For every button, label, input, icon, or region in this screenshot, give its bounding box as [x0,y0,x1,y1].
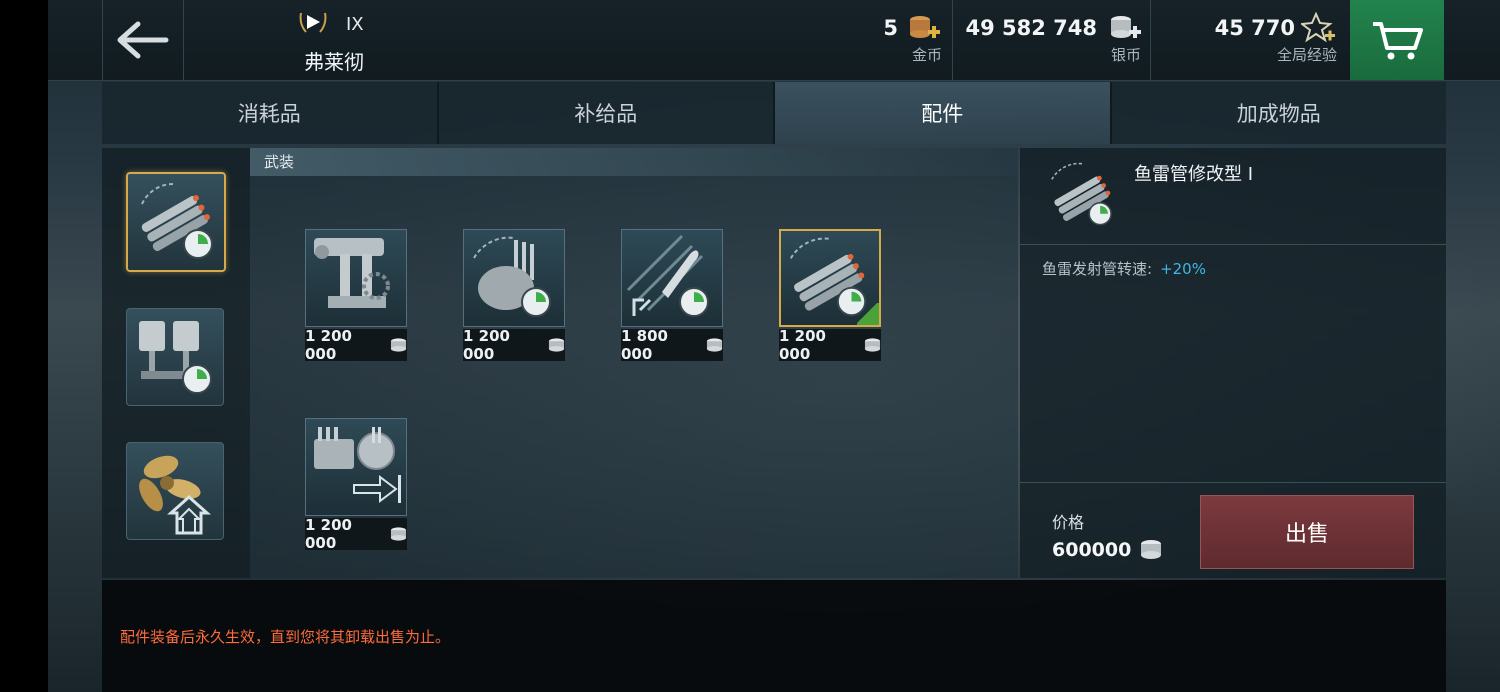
silver-coins-icon [1111,16,1141,38]
upgrades-grid: 武装 1 200 000 1 200 000 1 800 000 1 200 0… [250,148,1018,578]
upgrade-item-torpedo-tubes[interactable]: 1 200 000 [779,229,881,363]
tier-emblem-icon [299,12,327,33]
arrow-left-icon [117,21,169,59]
price-value: 600000 [1052,539,1132,561]
torpedo-tubes-icon [141,182,213,259]
turret-icon [473,236,551,317]
item-price: 1 800 000 [621,327,723,363]
star-xp-icon [1301,12,1335,43]
global-xp-resource[interactable]: 45 770 全局经验 [1150,0,1351,80]
category-column [102,148,250,578]
silver-resource[interactable]: 49 582 748 银币 [952,0,1151,80]
stat-label: 鱼雷发射管转速: [1042,260,1153,278]
item-price: 1 200 000 [305,516,407,552]
section-title: 武装 [250,148,1018,176]
tab-boosters[interactable]: 加成物品 [1111,82,1446,144]
engine-category-button[interactable] [126,308,224,406]
tab-bar: 消耗品 补给品 配件 加成物品 [102,82,1446,144]
silver-coins-icon [1141,540,1162,559]
gold-label: 金币 [911,46,942,64]
gold-value: 5 [883,16,898,40]
sell-button[interactable]: 出售 [1200,495,1414,569]
item-price-value: 1 800 000 [621,327,668,363]
upgrade-item-main-battery[interactable]: 1 200 000 [305,229,407,363]
silver-coins-icon [390,527,407,541]
gold-resource[interactable]: 5 金币 [796,0,952,80]
equipped-check-icon [857,303,879,325]
ship-tier: IX [346,14,364,35]
item-price-value: 1 200 000 [305,327,352,363]
item-price-value: 1 200 000 [305,516,352,552]
silver-value: 49 582 748 [965,16,1097,40]
price-area: 价格 600000 出售 [1020,482,1446,579]
stat-bonus: +20% [1160,260,1206,278]
upgrade-detail-panel: 鱼雷管修改型 I 鱼雷发射管转速: +20% 价格 600000 出售 [1020,148,1446,578]
ship-name: 弗莱彻 [304,50,364,74]
upgrade-name: 鱼雷管修改型 I [1134,164,1254,185]
item-price-value: 1 200 000 [779,327,826,363]
cart-button[interactable] [1350,0,1444,80]
tab-consumables[interactable]: 消耗品 [102,82,439,144]
silver-coins-icon [706,338,723,352]
item-thumbnail [305,418,407,516]
item-price: 1 200 000 [305,327,407,363]
silver-coins-icon [864,338,881,352]
cart-icon [1373,22,1423,60]
propeller-category-button[interactable] [126,442,224,540]
upgrade-item-turret-rotation[interactable]: 1 200 000 [463,229,565,363]
tab-supplies[interactable]: 补给品 [438,82,775,144]
torpedo-tubes-icon [1051,162,1112,226]
gold-coins-icon [910,16,940,38]
tab-upgrades[interactable]: 配件 [775,82,1112,144]
item-price: 1 200 000 [463,327,565,363]
upgrade-item-secondary-battery[interactable]: 1 200 000 [305,418,407,552]
detail-header: 鱼雷管修改型 I [1020,148,1446,245]
item-price-value: 1 200 000 [463,327,510,363]
item-thumbnail [305,229,407,327]
bottom-notice-bar: 配件装备后永久生效，直到您将其卸载出售为止。 [102,580,1446,692]
engine-pistons-icon [139,321,212,394]
upgrade-item-gun-reload[interactable]: 1 800 000 [621,229,723,363]
shell-icon [626,234,709,317]
left-edge [0,0,48,692]
back-button[interactable] [102,0,184,80]
top-bar: IX 弗莱彻 5 金币 49 582 748 银币 45 770 全局经验 [48,0,1500,81]
notice-text: 配件装备后永久生效，直到您将其卸载出售为止。 [120,628,451,646]
torpedo-category-button[interactable] [126,172,226,272]
gun-mount-icon [314,238,390,308]
item-thumbnail [463,229,565,327]
price-display: 600000 [1052,539,1163,561]
item-price: 1 200 000 [779,327,881,363]
global-xp-label: 全局经验 [1276,46,1337,64]
item-thumbnail [779,229,881,327]
silver-coins-icon [548,338,565,352]
ship-info: IX 弗莱彻 [298,8,498,74]
item-thumbnail [621,229,723,327]
silver-label: 银币 [1110,46,1141,64]
price-label: 价格 [1052,513,1085,532]
propeller-icon [139,455,211,535]
silver-coins-icon [390,338,407,352]
upgrade-stat: 鱼雷发射管转速: +20% [1042,258,1206,279]
secondary-guns-icon [314,427,401,503]
global-xp-value: 45 770 [1214,16,1295,40]
